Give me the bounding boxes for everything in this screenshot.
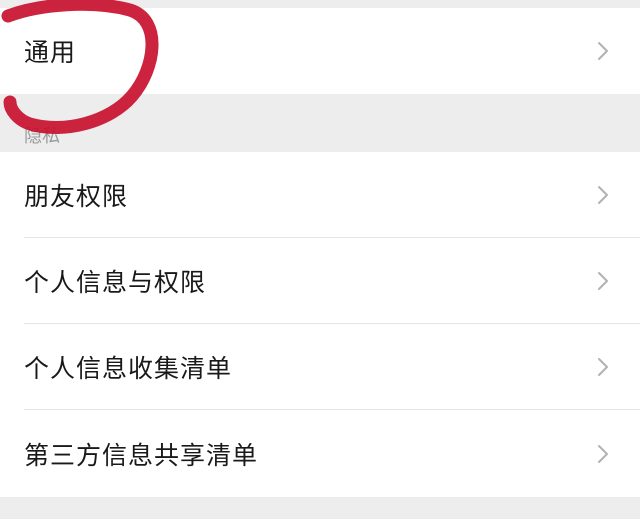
chevron-right-icon <box>598 186 608 204</box>
settings-item-personal-info-collection-list[interactable]: 个人信息收集清单 <box>0 324 640 410</box>
chevron-right-icon <box>598 358 608 376</box>
chevron-right-icon <box>598 444 608 463</box>
bottom-gray-strip <box>0 497 640 519</box>
settings-item-label: 朋友权限 <box>24 182 129 211</box>
section-title: 隐私 <box>24 126 60 147</box>
settings-item-third-party-sharing-list[interactable]: 第三方信息共享清单 <box>0 410 640 497</box>
settings-item-label: 个人信息收集清单 <box>24 354 233 383</box>
settings-item-personal-info-permissions[interactable]: 个人信息与权限 <box>0 238 640 324</box>
settings-item-label: 个人信息与权限 <box>24 268 207 297</box>
settings-item-friend-permissions[interactable]: 朋友权限 <box>0 152 640 238</box>
settings-item-label: 通用 <box>24 38 77 67</box>
top-gray-strip <box>0 0 640 8</box>
settings-item-general[interactable]: 通用 <box>0 8 640 94</box>
chevron-right-icon <box>598 272 608 290</box>
chevron-right-icon <box>598 42 608 60</box>
section-header-privacy: 隐私 <box>0 94 640 152</box>
settings-item-label: 第三方信息共享清单 <box>24 440 259 470</box>
